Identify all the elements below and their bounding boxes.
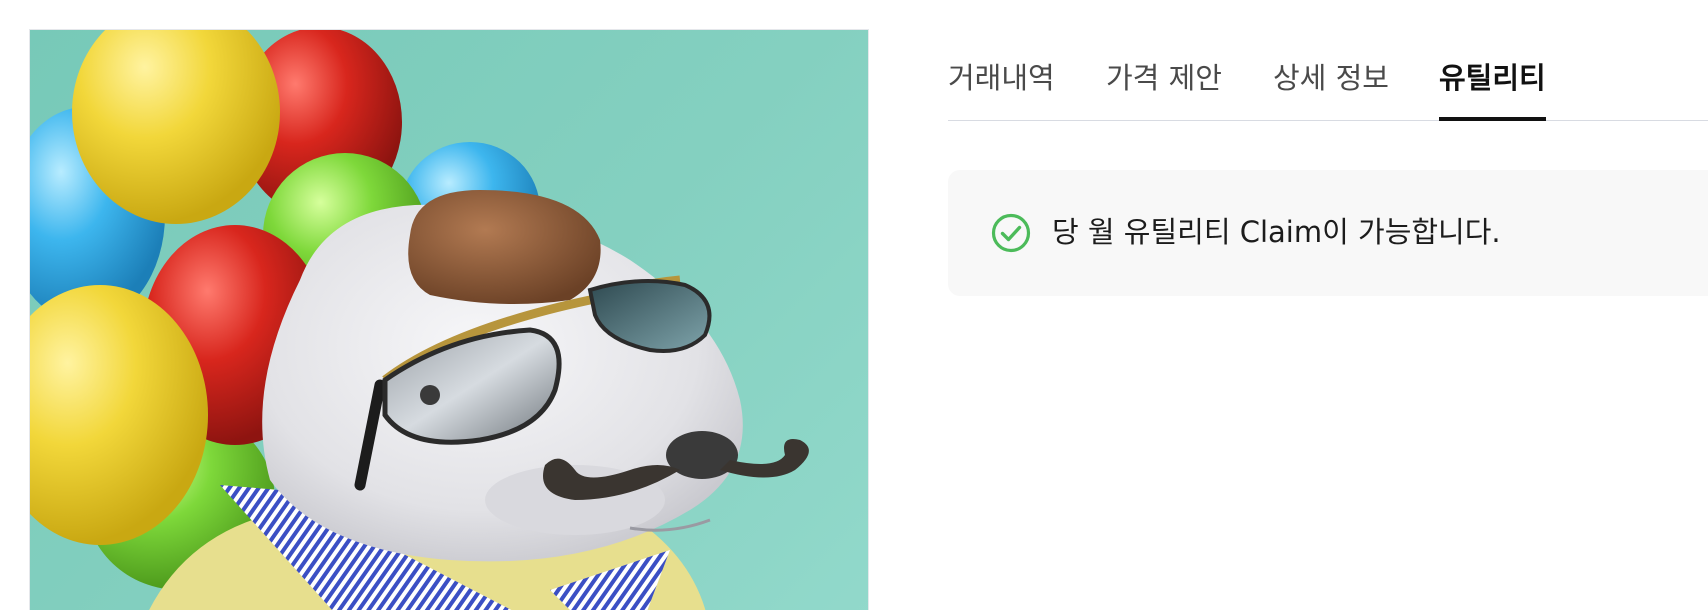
check-circle-icon (991, 213, 1031, 253)
tab-label: 거래내역 (948, 61, 1055, 95)
tab-label: 유틸리티 (1439, 61, 1546, 95)
notice-message: 당 월 유틸리티 Claim이 가능합니다. (1052, 215, 1501, 249)
tab-utility[interactable]: 유틸리티 (1439, 58, 1546, 121)
tab-transaction-history[interactable]: 거래내역 (948, 58, 1055, 120)
tab-price-offer[interactable]: 가격 제안 (1106, 58, 1222, 120)
tab-label: 가격 제안 (1106, 61, 1222, 95)
utility-claim-notice: 당 월 유틸리티 Claim이 가능합니다. (948, 170, 1708, 296)
tab-label: 상세 정보 (1273, 61, 1389, 95)
detail-tabs: 거래내역 가격 제안 상세 정보 유틸리티 (948, 0, 1708, 121)
tab-details[interactable]: 상세 정보 (1273, 58, 1389, 120)
active-tab-indicator (1439, 117, 1546, 121)
nft-artwork-image (29, 29, 869, 610)
nft-detail-page: 거래내역 가격 제안 상세 정보 유틸리티 당 월 유틸리티 Claim이 가능… (0, 0, 1708, 610)
